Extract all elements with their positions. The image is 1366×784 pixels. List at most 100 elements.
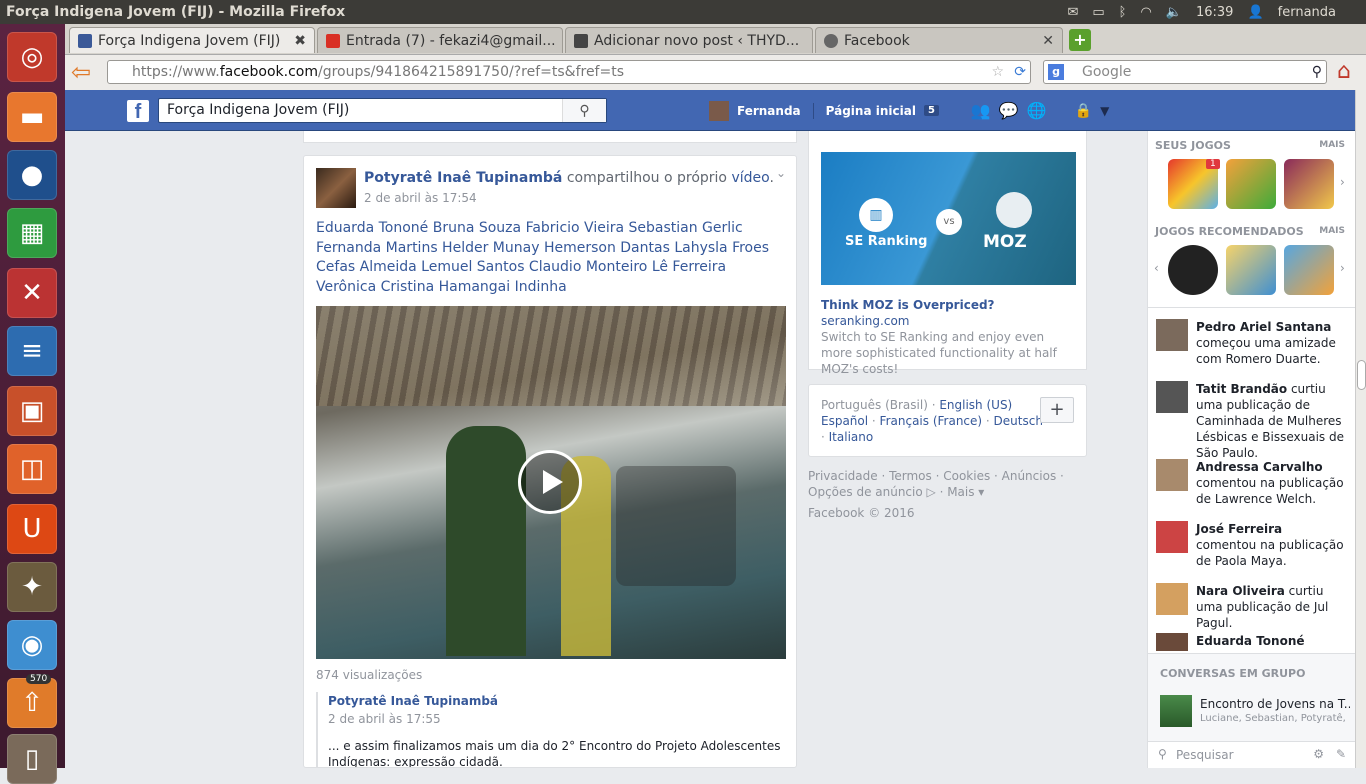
recommended-more-link[interactable]: MAIS bbox=[1319, 226, 1345, 236]
home-link[interactable]: Página inicial bbox=[826, 104, 916, 118]
farmville-2-icon[interactable] bbox=[1284, 245, 1334, 295]
author-link[interactable]: Potyratê Inaê Tupinambá bbox=[364, 170, 562, 186]
ubuntu-dash-icon[interactable]: ◎ bbox=[7, 32, 57, 82]
chromium-icon[interactable]: ◉ bbox=[7, 620, 57, 670]
back-arrow-icon[interactable]: ⇦ bbox=[71, 59, 91, 85]
settings-icon[interactable]: ✕ bbox=[7, 268, 57, 318]
ad-title[interactable]: Think MOZ is Overpriced? bbox=[821, 298, 995, 312]
activity-item[interactable]: Eduarda Tononé bbox=[1156, 633, 1346, 651]
user-name[interactable]: fernanda bbox=[1278, 5, 1336, 20]
search-icon[interactable]: ⚲ bbox=[562, 99, 606, 122]
clock[interactable]: 16:39 bbox=[1196, 5, 1233, 20]
activity-item[interactable]: Tatit Brandão curtiu uma publicação de C… bbox=[1156, 381, 1346, 461]
shared-timestamp[interactable]: 2 de abril às 17:55 bbox=[328, 712, 786, 726]
trash-icon[interactable]: ▯ bbox=[7, 734, 57, 784]
post-options-chevron-icon[interactable]: ⌄ bbox=[776, 166, 786, 180]
files-icon[interactable]: ▬ bbox=[7, 92, 57, 142]
software-center-icon[interactable]: ◫ bbox=[7, 444, 57, 494]
footer-links[interactable]: Privacidade · Termos · Cookies · Anúncio… bbox=[808, 468, 1087, 500]
frog-game-icon[interactable] bbox=[1226, 159, 1276, 209]
user-icon[interactable]: 👤 bbox=[1247, 5, 1263, 20]
ad-text[interactable]: Switch to SE Ranking and enjoy even more… bbox=[821, 329, 1079, 377]
new-tab-button[interactable]: + bbox=[1069, 29, 1091, 51]
my-games-more-link[interactable]: MAIS bbox=[1319, 140, 1345, 150]
account-menu-chevron-icon[interactable]: ▼ bbox=[1100, 104, 1109, 118]
previous-post-card bbox=[303, 131, 797, 143]
recommended-games-heading: JOGOS RECOMENDADOS bbox=[1155, 225, 1304, 238]
games-next-icon[interactable]: › bbox=[1340, 175, 1345, 189]
home-icon[interactable]: ⌂ bbox=[1337, 59, 1351, 84]
millionaire-city-icon[interactable] bbox=[1284, 159, 1334, 209]
reload-icon[interactable]: ⟳ bbox=[1014, 64, 1026, 80]
chat-search-input[interactable]: ⚲ Pesquisar ⚙ ✎ bbox=[1148, 741, 1356, 768]
notifications-globe-icon[interactable]: 🌐 bbox=[1027, 101, 1047, 120]
tab-wordpress[interactable]: Adicionar novo post ‹ THYD... bbox=[565, 27, 813, 53]
ad-domain[interactable]: seranking.com bbox=[821, 314, 909, 328]
battery-icon[interactable]: ▭ bbox=[1092, 5, 1104, 20]
play-button[interactable] bbox=[518, 450, 582, 514]
activity-item[interactable]: José Ferreira comentou na publicação de … bbox=[1156, 521, 1346, 569]
shared-author-link[interactable]: Potyratê Inaê Tupinambá bbox=[328, 694, 786, 708]
close-tab-icon[interactable]: ✖ bbox=[286, 33, 306, 49]
post-timestamp[interactable]: 2 de abril às 17:54 bbox=[364, 191, 477, 205]
update-manager-icon[interactable]: ⇧ bbox=[7, 678, 57, 728]
language-french[interactable]: Français (France) bbox=[880, 414, 983, 428]
ad-image[interactable]: ▥ SE Ranking vs MOZ bbox=[821, 152, 1076, 285]
language-italian[interactable]: Italiano bbox=[829, 430, 874, 444]
group-chat-avatar[interactable] bbox=[1160, 695, 1192, 727]
spreadsheet-icon[interactable]: ▦ bbox=[7, 208, 57, 258]
messages-icon[interactable]: 💬 bbox=[999, 101, 1019, 120]
search-engine-box[interactable]: g Google ⚲ bbox=[1043, 60, 1327, 84]
language-english[interactable]: English (US) bbox=[939, 398, 1012, 412]
tab-facebook[interactable]: Facebook ✕ bbox=[815, 27, 1063, 53]
activity-item[interactable]: Andressa Carvalho comentou na publicação… bbox=[1156, 459, 1346, 507]
language-spanish[interactable]: Español bbox=[821, 414, 868, 428]
cooking-game-icon[interactable] bbox=[1226, 245, 1276, 295]
facebook-logo-icon[interactable]: f bbox=[127, 100, 149, 123]
tab-gmail[interactable]: Entrada (7) - fekazi4@gmail... bbox=[317, 27, 563, 53]
privacy-shortcuts-icon[interactable]: 🔒 bbox=[1075, 103, 1092, 119]
tab-facebook-group[interactable]: Força Indigena Jovem (FIJ) ✖ bbox=[69, 27, 315, 53]
activity-item[interactable]: Pedro Ariel Santana começou uma amizade … bbox=[1156, 319, 1346, 367]
circle-game-icon[interactable] bbox=[1168, 245, 1218, 295]
shared-post: Potyratê Inaê Tupinambá 2 de abril às 17… bbox=[316, 692, 786, 767]
bookmark-star-icon[interactable]: ☆ bbox=[991, 64, 1004, 80]
author-avatar[interactable] bbox=[316, 168, 356, 208]
recommended-next-icon[interactable]: › bbox=[1340, 261, 1345, 275]
scrollbar-thumb[interactable] bbox=[1357, 360, 1366, 390]
url-prefix: https://www. bbox=[132, 64, 220, 80]
friend-requests-icon[interactable]: 👥 bbox=[971, 101, 991, 120]
group-chat-title[interactable]: Encontro de Jovens na T... bbox=[1200, 697, 1350, 711]
language-german[interactable]: Deutsch bbox=[994, 414, 1043, 428]
bluetooth-icon[interactable]: ᛒ bbox=[1119, 5, 1127, 20]
google-icon[interactable]: g bbox=[1048, 64, 1064, 80]
activity-item[interactable]: Nara Oliveira curtiu uma publicação de J… bbox=[1156, 583, 1346, 631]
game-notification-badge: 1 bbox=[1206, 159, 1220, 169]
wifi-icon[interactable]: ◠ bbox=[1140, 5, 1151, 20]
gimp-icon[interactable]: ✦ bbox=[7, 562, 57, 612]
chat-settings-gear-icon[interactable]: ⚙ bbox=[1313, 747, 1324, 761]
navigation-toolbar: ⇦ https://www. facebook.com/groups/941864… bbox=[65, 54, 1366, 90]
page-scrollbar[interactable] bbox=[1355, 90, 1366, 768]
writer-icon[interactable]: ≡ bbox=[7, 326, 57, 376]
facebook-search-input[interactable]: Força Indigena Jovem (FIJ) ⚲ bbox=[158, 98, 607, 123]
mail-icon[interactable]: ✉ bbox=[1067, 5, 1078, 20]
post-action-end: . bbox=[769, 170, 774, 186]
activity-avatar bbox=[1156, 521, 1188, 553]
impress-icon[interactable]: ▣ bbox=[7, 386, 57, 436]
firefox-icon[interactable]: ● bbox=[7, 150, 57, 200]
activity-avatar bbox=[1156, 633, 1188, 651]
profile-avatar[interactable] bbox=[709, 100, 729, 121]
new-message-icon[interactable]: ✎ bbox=[1336, 747, 1346, 761]
url-bar[interactable]: https://www. facebook.com/groups/94186421… bbox=[107, 60, 1031, 84]
video-player[interactable] bbox=[316, 306, 786, 659]
games-prev-icon[interactable]: ‹ bbox=[1154, 261, 1159, 275]
profile-link[interactable]: Fernanda bbox=[737, 104, 801, 118]
video-link[interactable]: vídeo bbox=[731, 170, 769, 186]
ubuntu-one-icon[interactable]: U bbox=[7, 504, 57, 554]
volume-icon[interactable]: 🔈 bbox=[1166, 5, 1182, 20]
search-icon[interactable]: ⚲ bbox=[1312, 64, 1322, 80]
tagged-people[interactable]: Eduarda Tononé Bruna Souza Fabricio Viei… bbox=[316, 219, 790, 297]
close-tab-icon[interactable]: ✕ bbox=[1034, 33, 1054, 49]
more-languages-button[interactable]: + bbox=[1040, 397, 1074, 423]
